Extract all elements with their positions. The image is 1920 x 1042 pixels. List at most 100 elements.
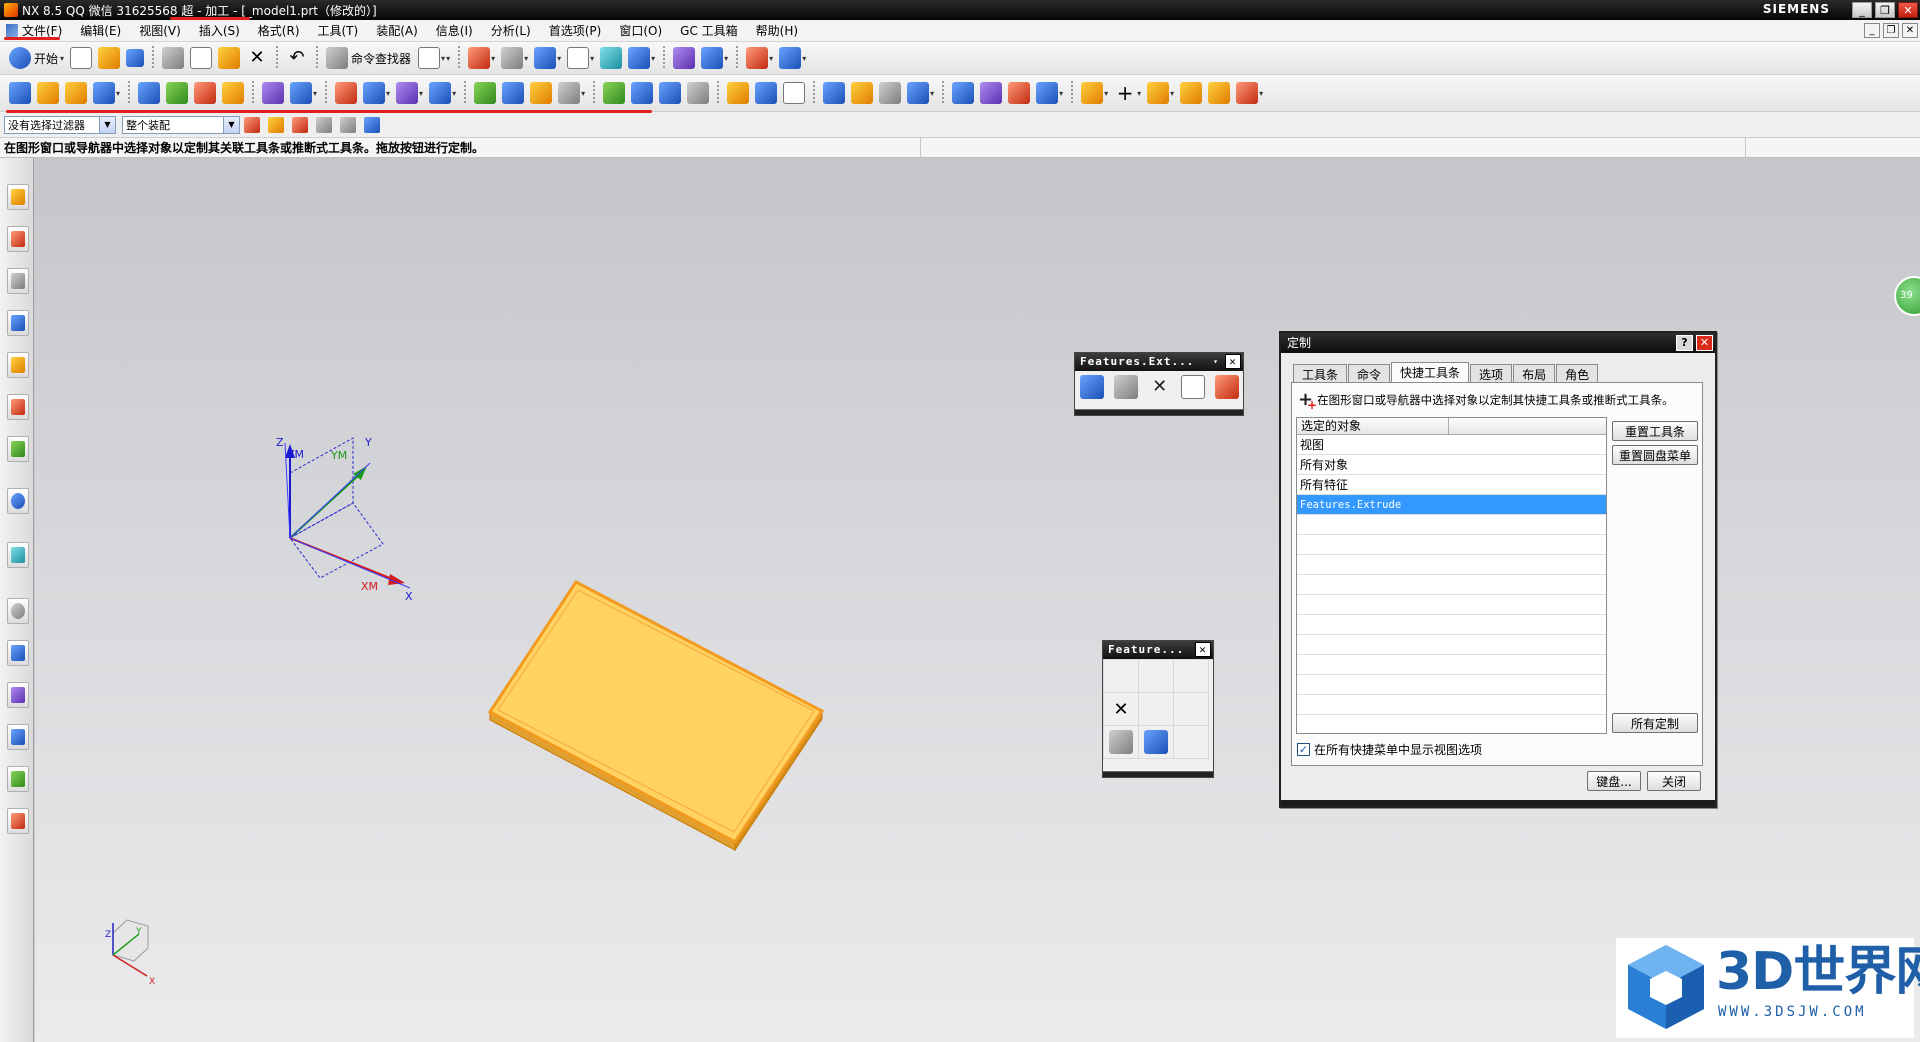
edit-parameters-icon[interactable]: [1138, 725, 1174, 759]
start-button-label[interactable]: 开始: [34, 50, 58, 67]
make-current-icon[interactable]: [1215, 375, 1240, 399]
select-box-icon[interactable]: [340, 116, 356, 133]
select-add-icon[interactable]: [292, 116, 308, 133]
color-palette-icon[interactable]: [1081, 82, 1104, 104]
snap-point-icon[interactable]: [673, 47, 696, 69]
web-browser-tab[interactable]: [7, 488, 29, 514]
check-mark-icon[interactable]: [474, 82, 497, 104]
floating-toolbar-title[interactable]: Features.Ext... ▾ ✕: [1075, 353, 1243, 371]
tool-path-list-icon[interactable]: [631, 82, 654, 104]
section-view-icon[interactable]: [600, 47, 623, 69]
minimize-button[interactable]: _: [1852, 2, 1872, 18]
chevron-down-icon[interactable]: ▾: [1170, 89, 1174, 98]
machine-navigator-tab[interactable]: [7, 352, 29, 378]
tool-icon[interactable]: [851, 82, 874, 104]
snap-filter-icon[interactable]: [268, 116, 284, 133]
menu-gc-toolkit[interactable]: GC 工具箱: [671, 22, 747, 39]
chevron-down-icon[interactable]: ▾: [1213, 353, 1219, 371]
edit-parameters-icon[interactable]: [1080, 375, 1104, 399]
delete-icon[interactable]: ✕: [246, 47, 268, 69]
program-order-view-icon[interactable]: [138, 82, 161, 104]
wcs-triad[interactable]: Z ZM YM Y XM X: [276, 436, 413, 603]
all-customizations-button[interactable]: 所有定制: [1612, 713, 1698, 733]
close-icon[interactable]: ✕: [1195, 642, 1211, 657]
show-view-options-checkbox[interactable]: ✓ 在所有快捷菜单中显示视图选项: [1297, 741, 1482, 758]
roles-tab[interactable]: [7, 766, 29, 792]
type-filter-select[interactable]: 没有选择过滤器 ▼: [4, 115, 116, 134]
edit-with-rollback-icon[interactable]: [1103, 725, 1139, 759]
chevron-down-icon[interactable]: ▾: [441, 54, 445, 63]
delete-icon[interactable]: ✕: [1103, 692, 1139, 726]
chevron-down-icon[interactable]: ▾: [419, 89, 423, 98]
shop-doc-icon[interactable]: [290, 82, 313, 104]
doc-minimize-button[interactable]: _: [1864, 23, 1880, 38]
menu-information[interactable]: 信息(I): [427, 22, 482, 39]
chevron-down-icon[interactable]: ▾: [524, 54, 528, 63]
close-button[interactable]: ✕: [1898, 2, 1918, 18]
assembly-nav-icon[interactable]: [1008, 82, 1031, 104]
background-icon[interactable]: [567, 47, 590, 69]
page-icon[interactable]: [783, 82, 806, 104]
menu-analysis[interactable]: 分析(L): [482, 22, 540, 39]
menu-edit[interactable]: 编辑(E): [71, 22, 130, 39]
dialog-close-icon[interactable]: ✕: [1696, 335, 1713, 351]
dialog-title-bar[interactable]: 定制 ? ✕: [1281, 333, 1715, 353]
menu-tools[interactable]: 工具(T): [309, 22, 368, 39]
chevron-down-icon[interactable]: ▾: [590, 54, 594, 63]
edit-object-icon[interactable]: [530, 82, 553, 104]
component-icon[interactable]: [952, 82, 975, 104]
reference-set-icon[interactable]: [1036, 82, 1059, 104]
system-materials-tab[interactable]: [7, 808, 29, 834]
feeds-speeds-icon[interactable]: [502, 82, 525, 104]
extruded-plate-body[interactable]: [487, 580, 825, 852]
render-style-icon[interactable]: [501, 47, 524, 69]
approve-icon[interactable]: [603, 82, 626, 104]
undo-icon[interactable]: ↶: [286, 47, 308, 69]
fit-view-icon[interactable]: [468, 47, 491, 69]
chevron-down-icon[interactable]: ▾: [557, 54, 561, 63]
menu-preferences[interactable]: 首选项(P): [540, 22, 611, 39]
window-layout-icon[interactable]: [418, 47, 441, 69]
create-tool-icon[interactable]: [37, 82, 59, 104]
close-icon[interactable]: ✕: [1225, 354, 1241, 369]
create-geometry-icon[interactable]: [65, 82, 87, 104]
menu-assemblies[interactable]: 装配(A): [367, 22, 427, 39]
flag-icon[interactable]: [727, 82, 750, 104]
report-icon[interactable]: [907, 82, 930, 104]
list-item[interactable]: 视图: [1297, 435, 1606, 455]
menu-window[interactable]: 窗口(O): [610, 22, 671, 39]
chevron-down-icon[interactable]: ▾: [802, 54, 806, 63]
menu-format[interactable]: 格式(R): [249, 22, 309, 39]
replay-toolpath-icon[interactable]: [363, 82, 386, 104]
chevron-down-icon[interactable]: ▾: [446, 54, 450, 63]
chevron-down-icon[interactable]: ▾: [724, 54, 728, 63]
list-item[interactable]: 所有对象: [1297, 455, 1606, 475]
object-tree-icon[interactable]: [659, 82, 682, 104]
tab-options[interactable]: 选项: [1470, 364, 1513, 382]
create-method-icon[interactable]: [93, 82, 115, 104]
machine-tool-view-icon[interactable]: [166, 82, 189, 104]
paste-icon[interactable]: [218, 47, 241, 69]
assembly-navigator-tab[interactable]: [7, 184, 29, 210]
tab-layout[interactable]: 布局: [1513, 364, 1556, 382]
assembly-constraint-icon[interactable]: [980, 82, 1003, 104]
selected-objects-list[interactable]: 选定的对象 视图 所有对象 所有特征 Features.Extrude: [1296, 417, 1607, 734]
process-studio-tab[interactable]: [7, 640, 29, 666]
delete-icon[interactable]: ✕: [1148, 375, 1172, 399]
part-navigator-tab[interactable]: [7, 268, 29, 294]
verify-toolpath-icon[interactable]: [396, 82, 419, 104]
menu-view[interactable]: 视图(V): [130, 22, 190, 39]
box-icon[interactable]: [1208, 82, 1231, 104]
help-button[interactable]: ?: [1676, 335, 1693, 351]
visualization-tab[interactable]: [7, 682, 29, 708]
chevron-down-icon[interactable]: ▾: [386, 89, 390, 98]
select-solid-icon[interactable]: [364, 116, 380, 133]
chevron-down-icon[interactable]: ▼: [223, 116, 239, 133]
chevron-down-icon[interactable]: ▾: [581, 89, 585, 98]
list-item-selected[interactable]: Features.Extrude: [1297, 495, 1606, 515]
chevron-down-icon[interactable]: ▾: [116, 89, 120, 98]
postprocess-icon[interactable]: [429, 82, 452, 104]
keyboard-button[interactable]: 键盘...: [1587, 771, 1641, 791]
generate-toolpath-icon[interactable]: [335, 82, 358, 104]
chevron-down-icon[interactable]: ▼: [99, 116, 115, 133]
